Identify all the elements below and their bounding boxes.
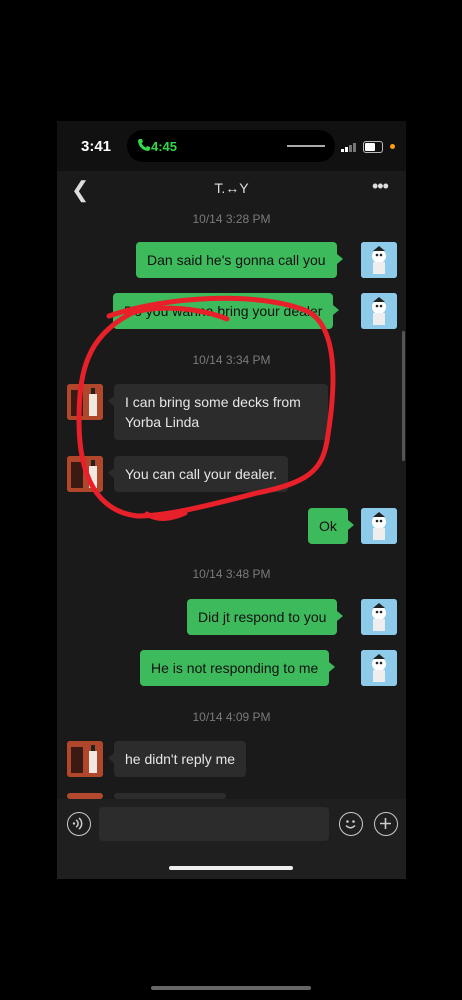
home-indicator[interactable] xyxy=(169,866,293,870)
call-duration: 4:45 xyxy=(151,139,178,154)
my-avatar[interactable] xyxy=(361,650,397,686)
message-incoming[interactable]: he didn't reply me xyxy=(107,741,247,777)
mic-indicator-icon xyxy=(390,144,395,149)
battery-icon xyxy=(363,141,383,153)
contact-avatar[interactable] xyxy=(67,456,103,492)
chat-title[interactable]: T.↔Y xyxy=(57,180,406,196)
message-outgoing[interactable]: Did jt respond to you xyxy=(187,599,344,635)
message-input[interactable] xyxy=(99,807,329,841)
contact-avatar[interactable] xyxy=(67,384,103,420)
outer-home-indicator xyxy=(151,986,311,990)
signal-icon xyxy=(341,142,359,152)
status-time: 3:41 xyxy=(81,138,112,155)
my-avatar[interactable] xyxy=(361,599,397,635)
more-icon[interactable]: ••• xyxy=(372,176,389,197)
timestamp: 10/14 3:28 PM xyxy=(192,212,271,226)
message-incoming[interactable]: You can call your dealer. xyxy=(107,456,289,492)
contact-avatar[interactable] xyxy=(67,741,103,777)
my-avatar[interactable] xyxy=(361,293,397,329)
my-avatar[interactable] xyxy=(361,508,397,544)
message-outgoing[interactable]: He is not responding to me xyxy=(140,650,336,686)
active-call-pill[interactable]: 4:45 xyxy=(127,130,335,162)
emoji-icon[interactable] xyxy=(339,812,363,836)
scrollbar[interactable] xyxy=(402,331,405,461)
chat-header: ❮ T.↔Y ••• xyxy=(57,171,406,207)
timestamp: 10/14 4:09 PM xyxy=(192,710,271,724)
message-outgoing[interactable]: Dan said he's gonna call you xyxy=(136,242,343,278)
message-incoming[interactable]: I can bring some decks from Yorba Linda xyxy=(108,384,328,440)
my-avatar[interactable] xyxy=(361,242,397,278)
phone-icon xyxy=(138,139,150,151)
status-bar: 3:41 4:45 xyxy=(57,121,406,171)
call-waveform xyxy=(287,145,325,147)
timestamp: 10/14 3:34 PM xyxy=(192,353,271,367)
message-outgoing[interactable]: Do you wanna bring your dealer xyxy=(113,293,340,329)
message-outgoing[interactable]: Ok xyxy=(308,508,354,544)
phone-screen: 3:41 4:45 ❮ T.↔Y ••• 10/14 3:28 PM Dan s… xyxy=(57,121,406,879)
plus-icon[interactable] xyxy=(374,812,398,836)
voice-icon[interactable] xyxy=(67,812,91,836)
timestamp: 10/14 3:48 PM xyxy=(192,567,271,581)
